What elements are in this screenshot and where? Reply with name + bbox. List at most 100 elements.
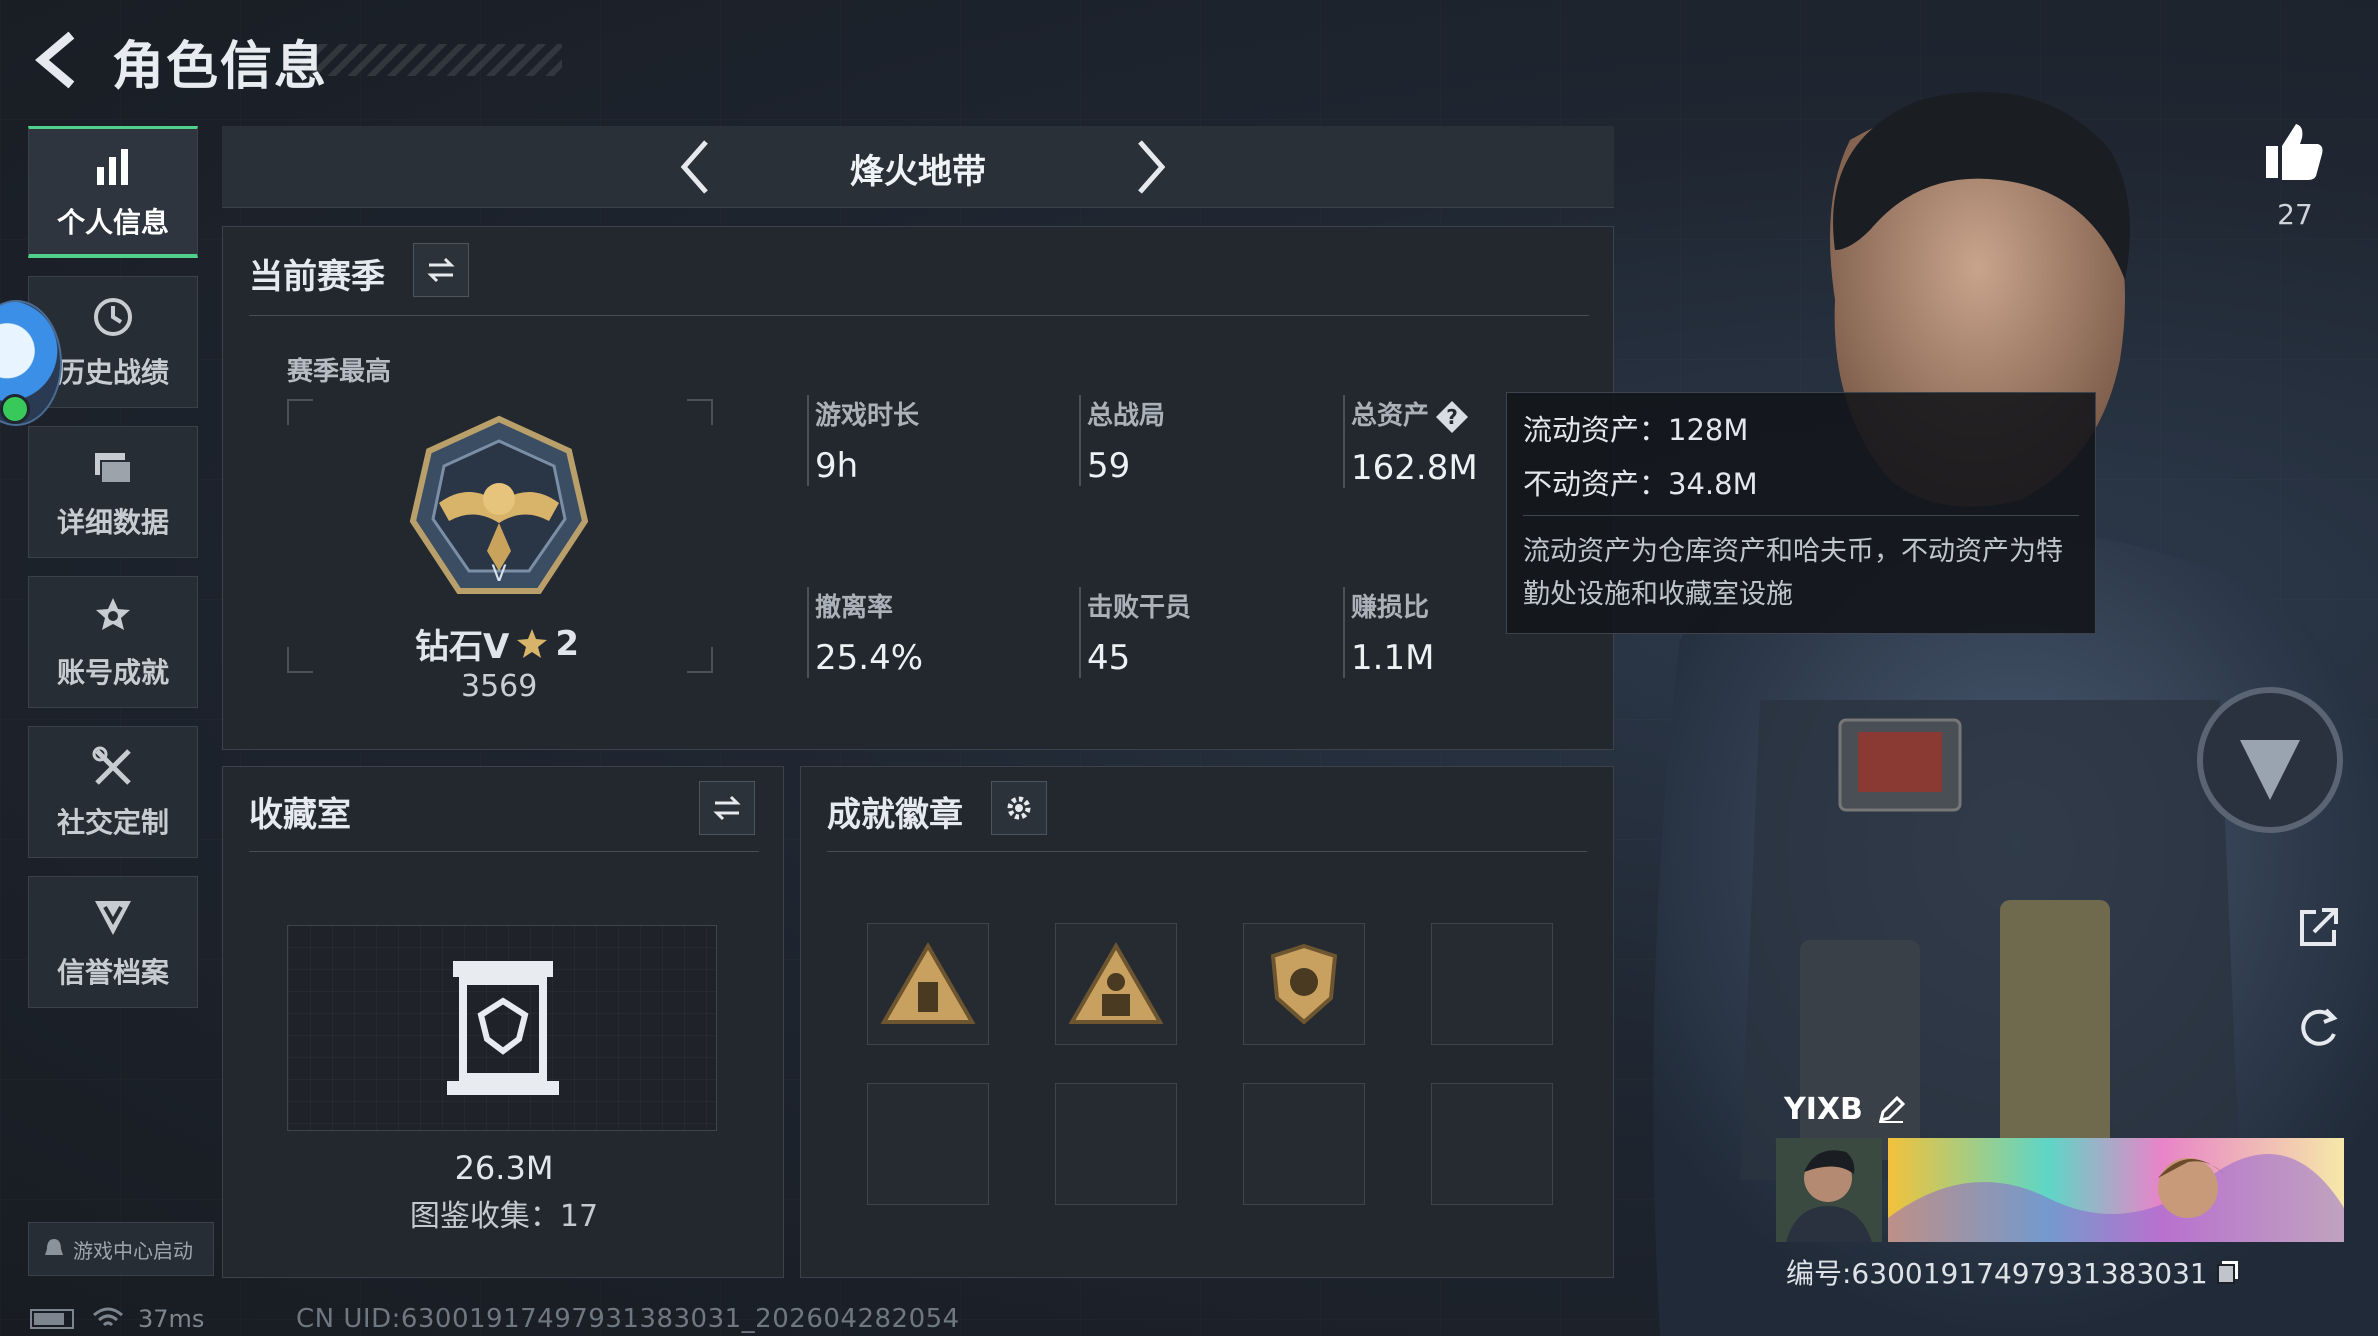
- tooltip-liquid-assets: 流动资产：128M: [1523, 413, 1749, 447]
- like-count: 27: [2277, 198, 2313, 231]
- stat-value: 59: [1087, 446, 1131, 486]
- stat-total-assets: 总资产? 162.8M: [1343, 395, 1478, 488]
- season-panel: 当前赛季 赛季最高 V 钻石V 2 3569 游戏时长 9h 总战局 59 总资…: [222, 226, 1614, 750]
- stat-value: 1.1M: [1351, 638, 1435, 678]
- stat-extract-rate: 撤离率 25.4%: [807, 587, 923, 678]
- sidebar-item-label: 个人信息: [56, 205, 169, 239]
- rank-diamond-emblem-icon: V: [409, 415, 589, 594]
- svg-text:V: V: [491, 562, 506, 587]
- badge-slot[interactable]: [1243, 923, 1365, 1045]
- collection-count: 图鉴收集：17: [409, 1199, 599, 1234]
- data-cards-icon: [89, 443, 137, 491]
- rotate-button[interactable]: [2296, 1004, 2342, 1050]
- sidebar-item-detail-data[interactable]: 详细数据: [28, 426, 198, 558]
- player-id: 编号:630019174979313830​31: [1786, 1257, 2208, 1290]
- chevron-right-icon: [1138, 140, 1166, 194]
- assets-tooltip: 流动资产：128M 不动资产：34.8M 流动资产为仓库资产和哈夫币，不动资产为…: [1506, 392, 2096, 634]
- stat-value: 162.8M: [1351, 447, 1478, 488]
- tools-cross-icon: [89, 743, 137, 791]
- star-icon: [517, 628, 548, 658]
- badge-slot-empty[interactable]: [1243, 1083, 1365, 1205]
- badge-slot-empty[interactable]: [1431, 1083, 1553, 1205]
- badges-settings-button[interactable]: [991, 781, 1047, 835]
- rank-score: 3569: [461, 669, 538, 704]
- stat-value: 9h: [815, 446, 859, 486]
- stat-label: 总战局: [1087, 401, 1166, 431]
- player-name: YIXB: [1784, 1092, 1863, 1127]
- sidebar-item-label: 信誉档案: [56, 956, 169, 989]
- badge-slot-empty[interactable]: [867, 1083, 989, 1205]
- stat-profit-ratio: 赚损比 1.1M: [1343, 587, 1434, 678]
- player-avatar[interactable]: [1776, 1138, 1882, 1242]
- rank-name: 钻石V 2: [415, 619, 579, 668]
- stat-label: 游戏时长: [815, 401, 920, 431]
- shield-badge-icon: [89, 893, 137, 941]
- copy-icon[interactable]: [2216, 1259, 2240, 1285]
- collection-title: 收藏室: [249, 795, 351, 835]
- stat-label: 撤离率: [815, 593, 894, 623]
- badge-slot[interactable]: [867, 923, 989, 1045]
- back-arrow-icon: [35, 31, 75, 89]
- soldier-badge-icon: [1068, 942, 1164, 1024]
- player-name-row: YIXB: [1784, 1092, 1905, 1127]
- stat-label: 击败干员: [1087, 593, 1192, 623]
- share-button[interactable]: [2296, 904, 2342, 950]
- refresh-icon: [2301, 1008, 2338, 1046]
- sidebar-item-credit[interactable]: 信誉档案: [28, 876, 198, 1008]
- game-center-button[interactable]: 游戏中心启动: [28, 1222, 214, 1276]
- badge-slot-empty[interactable]: [1431, 923, 1553, 1045]
- collection-value: 26.3M: [454, 1149, 554, 1187]
- badge-slot[interactable]: [1055, 923, 1177, 1045]
- mode-name: 烽火地带: [850, 152, 986, 192]
- battery-icon: [30, 1309, 74, 1329]
- tooltip-fixed-assets: 不动资产：34.8M: [1523, 467, 1758, 501]
- player-banner[interactable]: [1888, 1138, 2344, 1242]
- season-switch-button[interactable]: [413, 243, 469, 297]
- share-icon: [2300, 908, 2338, 946]
- achievement-badges-panel: 成就徽章: [800, 766, 1614, 1278]
- swap-icon: [427, 257, 455, 283]
- stat-label: 总资产?: [1351, 395, 1478, 434]
- svg-text:?: ?: [1446, 405, 1458, 429]
- history-clock-icon: [89, 293, 137, 341]
- like-button[interactable]: [2262, 120, 2326, 184]
- bar-chart-icon: [89, 143, 137, 191]
- stat-value: 25.4%: [815, 638, 924, 678]
- help-icon[interactable]: ?: [1435, 400, 1469, 434]
- tooltip-description: 流动资产为仓库资产和哈夫币，不动资产为特勤处设施和收藏室设施: [1523, 536, 2063, 611]
- sidebar-item-label: 社交定制: [56, 806, 169, 839]
- sidebar-item-achievements[interactable]: 账号成就: [28, 576, 198, 708]
- sidebar-item-social-custom[interactable]: 社交定制: [28, 726, 198, 858]
- mode-next-button[interactable]: [1120, 136, 1180, 198]
- collection-panel[interactable]: 收藏室 26.3M 图鉴收集：17: [222, 766, 784, 1278]
- divider: [249, 851, 759, 852]
- stat-value: 45: [1087, 638, 1131, 678]
- season-title: 当前赛季: [249, 257, 385, 297]
- divider: [1523, 515, 2079, 516]
- pyramid-badge-icon: [880, 942, 976, 1024]
- collection-switch-button[interactable]: [699, 781, 755, 835]
- wifi-icon: [93, 1307, 123, 1327]
- stat-kills: 击败干员 45: [1079, 587, 1191, 678]
- mode-selector: 烽火地带: [222, 126, 1614, 208]
- edit-pencil-icon[interactable]: [1877, 1095, 1905, 1124]
- stat-label: 赚损比: [1351, 593, 1430, 623]
- sidebar-item-label: 历史战绩: [56, 356, 169, 389]
- sidebar-item-personal-info[interactable]: 个人信息: [28, 126, 198, 258]
- sidebar-item-label: 详细数据: [56, 506, 169, 539]
- badge-slot-empty[interactable]: [1055, 1083, 1177, 1205]
- player-card: YIXB 编号:630019174979313830​31: [1776, 1086, 2346, 1306]
- back-button[interactable]: [28, 30, 84, 90]
- bell-icon: [45, 1239, 63, 1255]
- swap-icon: [713, 795, 741, 821]
- achievement-star-icon: [89, 593, 137, 641]
- rank-tier: 钻石V: [415, 627, 510, 667]
- game-center-label: 游戏中心启动: [73, 1238, 193, 1263]
- divider: [827, 851, 1587, 852]
- shield-lion-badge-icon: [1270, 943, 1338, 1025]
- divider: [249, 315, 1589, 316]
- season-best-label: 赛季最高: [287, 357, 392, 387]
- stat-label-text: 总资产: [1351, 401, 1430, 431]
- ping-value: 37ms: [138, 1305, 205, 1333]
- player-id-row: 编号:630019174979313830​31: [1786, 1252, 2240, 1292]
